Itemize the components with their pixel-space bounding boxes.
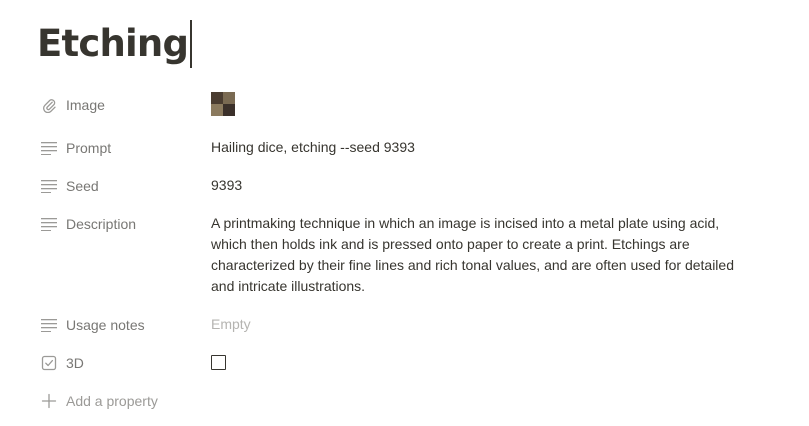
property-label: Image <box>66 97 105 113</box>
property-row-3d: 3D <box>37 352 777 374</box>
property-label: Description <box>66 216 137 232</box>
property-label: Seed <box>66 178 99 194</box>
property-row-description: Description A printmaking technique in w… <box>37 213 777 297</box>
property-label: Usage notes <box>66 317 145 333</box>
property-row-image: Image <box>37 92 777 116</box>
property-row-prompt: Prompt Hailing dice, etching --seed 9393 <box>37 137 777 159</box>
property-label: Prompt <box>66 140 112 156</box>
property-value-image[interactable] <box>211 92 751 116</box>
plus-icon <box>39 391 59 411</box>
property-name-description[interactable]: Description <box>37 213 211 235</box>
text-lines-icon <box>39 214 59 234</box>
checkbox-property-icon <box>39 353 59 373</box>
property-value-prompt[interactable]: Hailing dice, etching --seed 9393 <box>211 137 751 158</box>
property-row-seed: Seed 9393 <box>37 175 777 197</box>
property-name-usage-notes[interactable]: Usage notes <box>37 314 211 336</box>
text-caret <box>190 20 192 68</box>
add-property-button[interactable]: Add a property <box>37 390 158 412</box>
property-name-image[interactable]: Image <box>37 94 211 116</box>
page-title-container[interactable]: Etching <box>37 18 192 70</box>
property-value-usage-notes[interactable]: Empty <box>211 314 751 335</box>
text-lines-icon <box>39 176 59 196</box>
property-value-description[interactable]: A printmaking technique in which an imag… <box>211 213 751 297</box>
text-lines-icon <box>39 315 59 335</box>
image-thumbnail[interactable] <box>211 92 235 116</box>
notion-page: Etching Image Prompt Hailing dice, etchi… <box>0 0 809 426</box>
3d-checkbox[interactable] <box>211 355 226 370</box>
property-name-prompt[interactable]: Prompt <box>37 137 211 159</box>
property-value-seed[interactable]: 9393 <box>211 175 751 196</box>
property-label: 3D <box>66 355 84 371</box>
page-title[interactable]: Etching <box>37 18 189 70</box>
text-lines-icon <box>39 138 59 158</box>
property-name-seed[interactable]: Seed <box>37 175 211 197</box>
property-value-3d <box>211 352 751 370</box>
property-name-3d[interactable]: 3D <box>37 352 211 374</box>
paperclip-icon <box>39 95 59 115</box>
add-property-label: Add a property <box>66 393 158 409</box>
property-row-usage-notes: Usage notes Empty <box>37 314 777 336</box>
